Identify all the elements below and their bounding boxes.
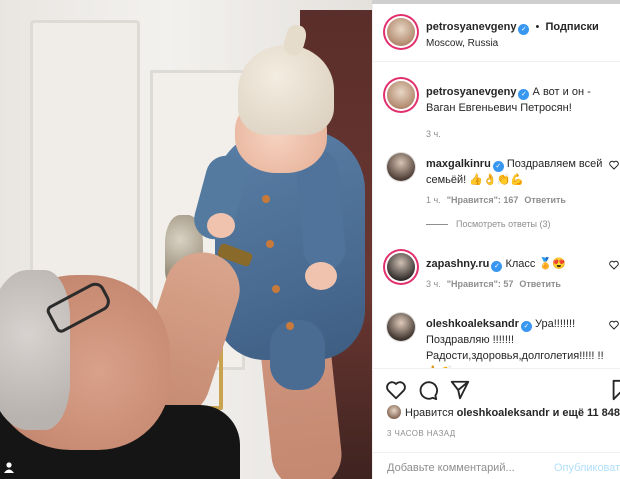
comment-body: Класс 🏅😍 <box>505 258 566 270</box>
man-hair <box>0 270 70 430</box>
verified-badge-icon: ✓ <box>518 89 530 100</box>
view-replies[interactable]: Посмотреть ответы (3) <box>426 219 551 229</box>
share-icon[interactable] <box>449 379 471 401</box>
bookmark-icon[interactable] <box>609 379 620 401</box>
comment-likes[interactable]: "Нравится": 57 <box>447 279 514 289</box>
comment-item: zapashny.ru ✓ Класс 🏅😍 3 ч. "Нравится": 57… <box>387 253 619 303</box>
comment-item: maxgalkinru ✓ Поздравляем всей семьёй! 👍👌… <box>387 153 619 243</box>
commenter-avatar[interactable] <box>387 153 415 181</box>
author-line: petrosyanevgeny ✓ • Подписки <box>426 21 599 35</box>
header-separator: • <box>535 21 540 33</box>
romper-button <box>286 322 294 330</box>
verified-badge-icon: ✓ <box>491 261 503 272</box>
baby-hat <box>238 45 334 135</box>
comment-username[interactable]: oleshkoaleksandr <box>426 318 519 330</box>
comment-username[interactable]: maxgalkinru <box>426 158 491 170</box>
comment-text: maxgalkinru ✓ Поздравляем всей семьёй! 👍👌… <box>426 156 614 188</box>
verified-badge-icon: ✓ <box>520 321 532 332</box>
following-button[interactable]: Подписки <box>545 21 598 33</box>
tagged-user-icon[interactable] <box>3 461 15 473</box>
romper-button <box>266 240 274 248</box>
comment-like-icon[interactable] <box>609 260 619 270</box>
post-photo[interactable] <box>0 0 372 479</box>
author-username[interactable]: petrosyanevgeny <box>426 21 516 33</box>
instagram-post-window: petrosyanevgeny ✓ • Подписки Moscow, Russ… <box>0 0 620 479</box>
author-avatar[interactable] <box>387 81 415 109</box>
post-header: petrosyanevgeny ✓ • Подписки Moscow, Russ… <box>373 4 620 62</box>
romper-button <box>262 195 270 203</box>
commenter-avatar[interactable] <box>387 253 415 281</box>
comment-time: 1 ч. <box>426 195 441 205</box>
baby-hand <box>305 262 337 290</box>
commenter-avatar[interactable] <box>387 313 415 341</box>
likes-prefix: Нравится <box>405 407 454 419</box>
comment-icon[interactable] <box>417 379 439 401</box>
view-replies-label[interactable]: Посмотреть ответы (3) <box>456 219 551 229</box>
post-time-ago[interactable]: 3 ЧАСОВ НАЗАД <box>387 429 456 438</box>
replies-divider <box>426 224 448 226</box>
caption: petrosyanevgeny ✓ А вот и он - Ваган Евге… <box>387 81 617 141</box>
add-comment-bar: Добавьте комментарий... Опубликовать <box>373 452 620 479</box>
heart-icon[interactable] <box>385 379 407 401</box>
baby-hand <box>207 213 235 238</box>
comment-username[interactable]: zapashny.ru <box>426 258 489 270</box>
action-bar <box>373 368 620 408</box>
comment-text: oleshkoaleksandr ✓ Ура!!!!!!! Поздравляю … <box>426 316 614 368</box>
likes-summary: Нравится oleshkoaleksandr и ещё 11 848 <box>387 405 620 419</box>
comment-meta: 1 ч. "Нравится": 167 Ответить <box>426 195 566 205</box>
comment-like-icon[interactable] <box>609 160 619 170</box>
caption-text: petrosyanevgeny ✓ А вот и он - Ваган Евге… <box>426 84 614 116</box>
comment-input[interactable]: Добавьте комментарий... <box>387 462 515 474</box>
author-avatar[interactable] <box>387 18 415 46</box>
reply-button[interactable]: Ответить <box>524 195 566 205</box>
caption-time: 3 ч. <box>426 129 441 139</box>
publish-button[interactable]: Опубликовать <box>554 462 620 474</box>
comment-time: 3 ч. <box>426 279 441 289</box>
comment-like-icon[interactable] <box>609 320 619 330</box>
post-side-panel: petrosyanevgeny ✓ • Подписки Moscow, Russ… <box>372 4 620 479</box>
liker-username[interactable]: oleshkoaleksandr <box>457 407 550 419</box>
verified-badge-icon: ✓ <box>492 161 504 172</box>
baby-leg <box>270 320 325 390</box>
liker-avatar <box>387 405 401 419</box>
comment-likes[interactable]: "Нравится": 167 <box>447 195 519 205</box>
verified-badge-icon: ✓ <box>518 24 530 35</box>
comment-meta: 3 ч. "Нравится": 57 Ответить <box>426 279 561 289</box>
comment-item: oleshkoaleksandr ✓ Ура!!!!!!! Поздравляю … <box>387 313 619 368</box>
romper-button <box>272 285 280 293</box>
comment-text: zapashny.ru ✓ Класс 🏅😍 <box>426 256 614 272</box>
likes-count[interactable]: и ещё 11 848 <box>553 407 620 419</box>
comments-list[interactable]: petrosyanevgeny ✓ А вот и он - Ваган Евге… <box>373 63 620 368</box>
caption-username[interactable]: petrosyanevgeny <box>426 86 516 98</box>
post-location[interactable]: Moscow, Russia <box>426 38 498 49</box>
reply-button[interactable]: Ответить <box>519 279 561 289</box>
